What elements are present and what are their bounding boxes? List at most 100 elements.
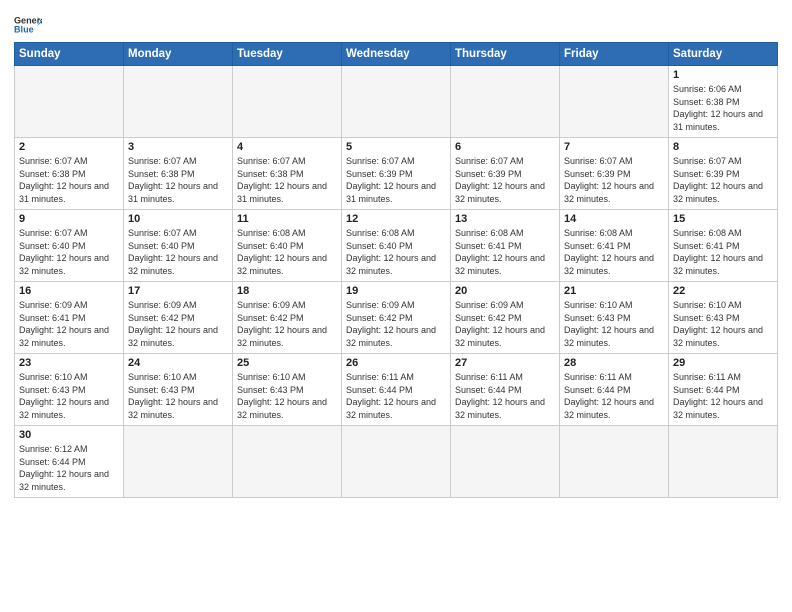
day-info: Sunrise: 6:08 AM Sunset: 6:41 PM Dayligh… (564, 227, 664, 277)
calendar-cell: 17 Sunrise: 6:09 AM Sunset: 6:42 PM Dayli… (124, 282, 233, 354)
day-info: Sunrise: 6:11 AM Sunset: 6:44 PM Dayligh… (564, 371, 664, 421)
calendar-cell (124, 66, 233, 138)
week-row-5: 23 Sunrise: 6:10 AM Sunset: 6:43 PM Dayli… (15, 354, 778, 426)
calendar-cell: 14 Sunrise: 6:08 AM Sunset: 6:41 PM Dayli… (560, 210, 669, 282)
calendar-cell: 22Sunrise: 6:10 AM Sunset: 6:43 PM Dayli… (669, 282, 778, 354)
week-row-1: 1 Sunrise: 6:06 AM Sunset: 6:38 PM Daylig… (15, 66, 778, 138)
day-number: 14 (564, 213, 664, 225)
day-number: 24 (128, 357, 228, 369)
day-number: 5 (346, 141, 446, 153)
calendar-cell: 12Sunrise: 6:08 AM Sunset: 6:40 PM Dayli… (342, 210, 451, 282)
calendar-cell: 29Sunrise: 6:11 AM Sunset: 6:44 PM Dayli… (669, 354, 778, 426)
calendar-cell (560, 426, 669, 498)
calendar-cell: 1 Sunrise: 6:06 AM Sunset: 6:38 PM Daylig… (669, 66, 778, 138)
day-info: Sunrise: 6:07 AM Sunset: 6:39 PM Dayligh… (346, 155, 446, 205)
day-header-tuesday: Tuesday (233, 43, 342, 66)
calendar-cell (233, 426, 342, 498)
calendar-cell: 3 Sunrise: 6:07 AM Sunset: 6:38 PM Daylig… (124, 138, 233, 210)
day-info: Sunrise: 6:08 AM Sunset: 6:40 PM Dayligh… (237, 227, 337, 277)
day-number: 20 (455, 285, 555, 297)
calendar-container: General Blue SundayMondayTuesdayWednesda… (0, 0, 792, 612)
calendar-cell: 7Sunrise: 6:07 AM Sunset: 6:39 PM Daylig… (560, 138, 669, 210)
day-info: Sunrise: 6:09 AM Sunset: 6:42 PM Dayligh… (237, 299, 337, 349)
day-info: Sunrise: 6:12 AM Sunset: 6:44 PM Dayligh… (19, 443, 119, 493)
calendar-cell: 27 Sunrise: 6:11 AM Sunset: 6:44 PM Dayli… (451, 354, 560, 426)
day-info: Sunrise: 6:07 AM Sunset: 6:40 PM Dayligh… (128, 227, 228, 277)
logo: General Blue (14, 14, 42, 36)
calendar-cell (451, 426, 560, 498)
calendar-cell: 16Sunrise: 6:09 AM Sunset: 6:41 PM Dayli… (15, 282, 124, 354)
day-info: Sunrise: 6:07 AM Sunset: 6:38 PM Dayligh… (128, 155, 228, 205)
day-number: 23 (19, 357, 119, 369)
day-header-wednesday: Wednesday (342, 43, 451, 66)
day-info: Sunrise: 6:11 AM Sunset: 6:44 PM Dayligh… (346, 371, 446, 421)
day-header-friday: Friday (560, 43, 669, 66)
calendar-cell: 10 Sunrise: 6:07 AM Sunset: 6:40 PM Dayli… (124, 210, 233, 282)
day-info: Sunrise: 6:07 AM Sunset: 6:39 PM Dayligh… (673, 155, 773, 205)
day-number: 27 (455, 357, 555, 369)
day-info: Sunrise: 6:10 AM Sunset: 6:43 PM Dayligh… (564, 299, 664, 349)
day-number: 3 (128, 141, 228, 153)
calendar-cell: 18Sunrise: 6:09 AM Sunset: 6:42 PM Dayli… (233, 282, 342, 354)
day-header-saturday: Saturday (669, 43, 778, 66)
generalblue-logo-icon: General Blue (14, 14, 42, 36)
calendar-cell: 6 Sunrise: 6:07 AM Sunset: 6:39 PM Daylig… (451, 138, 560, 210)
day-info: Sunrise: 6:10 AM Sunset: 6:43 PM Dayligh… (128, 371, 228, 421)
calendar-cell (342, 426, 451, 498)
calendar-cell: 28Sunrise: 6:11 AM Sunset: 6:44 PM Dayli… (560, 354, 669, 426)
calendar-cell: 15Sunrise: 6:08 AM Sunset: 6:41 PM Dayli… (669, 210, 778, 282)
day-number: 15 (673, 213, 773, 225)
day-number: 19 (346, 285, 446, 297)
calendar-cell: 4Sunrise: 6:07 AM Sunset: 6:38 PM Daylig… (233, 138, 342, 210)
day-info: Sunrise: 6:07 AM Sunset: 6:39 PM Dayligh… (455, 155, 555, 205)
day-number: 25 (237, 357, 337, 369)
day-info: Sunrise: 6:11 AM Sunset: 6:44 PM Dayligh… (455, 371, 555, 421)
day-info: Sunrise: 6:10 AM Sunset: 6:43 PM Dayligh… (237, 371, 337, 421)
week-row-4: 16Sunrise: 6:09 AM Sunset: 6:41 PM Dayli… (15, 282, 778, 354)
day-info: Sunrise: 6:07 AM Sunset: 6:38 PM Dayligh… (237, 155, 337, 205)
svg-text:Blue: Blue (14, 25, 34, 35)
day-number: 1 (673, 69, 773, 81)
calendar-cell: 24 Sunrise: 6:10 AM Sunset: 6:43 PM Dayli… (124, 354, 233, 426)
calendar-cell: 5 Sunrise: 6:07 AM Sunset: 6:39 PM Daylig… (342, 138, 451, 210)
calendar-cell (15, 66, 124, 138)
header-row: General Blue (14, 10, 778, 36)
day-info: Sunrise: 6:09 AM Sunset: 6:42 PM Dayligh… (346, 299, 446, 349)
day-info: Sunrise: 6:09 AM Sunset: 6:42 PM Dayligh… (128, 299, 228, 349)
calendar-table: SundayMondayTuesdayWednesdayThursdayFrid… (14, 42, 778, 498)
day-header-sunday: Sunday (15, 43, 124, 66)
day-number: 29 (673, 357, 773, 369)
day-number: 6 (455, 141, 555, 153)
day-number: 30 (19, 429, 119, 441)
calendar-cell (669, 426, 778, 498)
calendar-cell (342, 66, 451, 138)
day-number: 7 (564, 141, 664, 153)
day-number: 2 (19, 141, 119, 153)
calendar-cell: 8 Sunrise: 6:07 AM Sunset: 6:39 PM Daylig… (669, 138, 778, 210)
day-info: Sunrise: 6:08 AM Sunset: 6:40 PM Dayligh… (346, 227, 446, 277)
day-number: 22 (673, 285, 773, 297)
day-info: Sunrise: 6:08 AM Sunset: 6:41 PM Dayligh… (455, 227, 555, 277)
day-number: 8 (673, 141, 773, 153)
day-header-thursday: Thursday (451, 43, 560, 66)
day-info: Sunrise: 6:09 AM Sunset: 6:42 PM Dayligh… (455, 299, 555, 349)
day-number: 11 (237, 213, 337, 225)
calendar-cell (124, 426, 233, 498)
day-number: 10 (128, 213, 228, 225)
week-row-6: 30 Sunrise: 6:12 AM Sunset: 6:44 PM Dayli… (15, 426, 778, 498)
calendar-cell: 26 Sunrise: 6:11 AM Sunset: 6:44 PM Dayli… (342, 354, 451, 426)
calendar-cell: 30 Sunrise: 6:12 AM Sunset: 6:44 PM Dayli… (15, 426, 124, 498)
week-row-3: 9 Sunrise: 6:07 AM Sunset: 6:40 PM Daylig… (15, 210, 778, 282)
day-info: Sunrise: 6:06 AM Sunset: 6:38 PM Dayligh… (673, 83, 773, 133)
day-number: 26 (346, 357, 446, 369)
calendar-cell: 11 Sunrise: 6:08 AM Sunset: 6:40 PM Dayli… (233, 210, 342, 282)
calendar-cell: 9 Sunrise: 6:07 AM Sunset: 6:40 PM Daylig… (15, 210, 124, 282)
week-row-2: 2 Sunrise: 6:07 AM Sunset: 6:38 PM Daylig… (15, 138, 778, 210)
day-info: Sunrise: 6:07 AM Sunset: 6:38 PM Dayligh… (19, 155, 119, 205)
day-number: 9 (19, 213, 119, 225)
day-number: 17 (128, 285, 228, 297)
day-info: Sunrise: 6:07 AM Sunset: 6:40 PM Dayligh… (19, 227, 119, 277)
calendar-cell (560, 66, 669, 138)
day-header-monday: Monday (124, 43, 233, 66)
day-info: Sunrise: 6:10 AM Sunset: 6:43 PM Dayligh… (19, 371, 119, 421)
